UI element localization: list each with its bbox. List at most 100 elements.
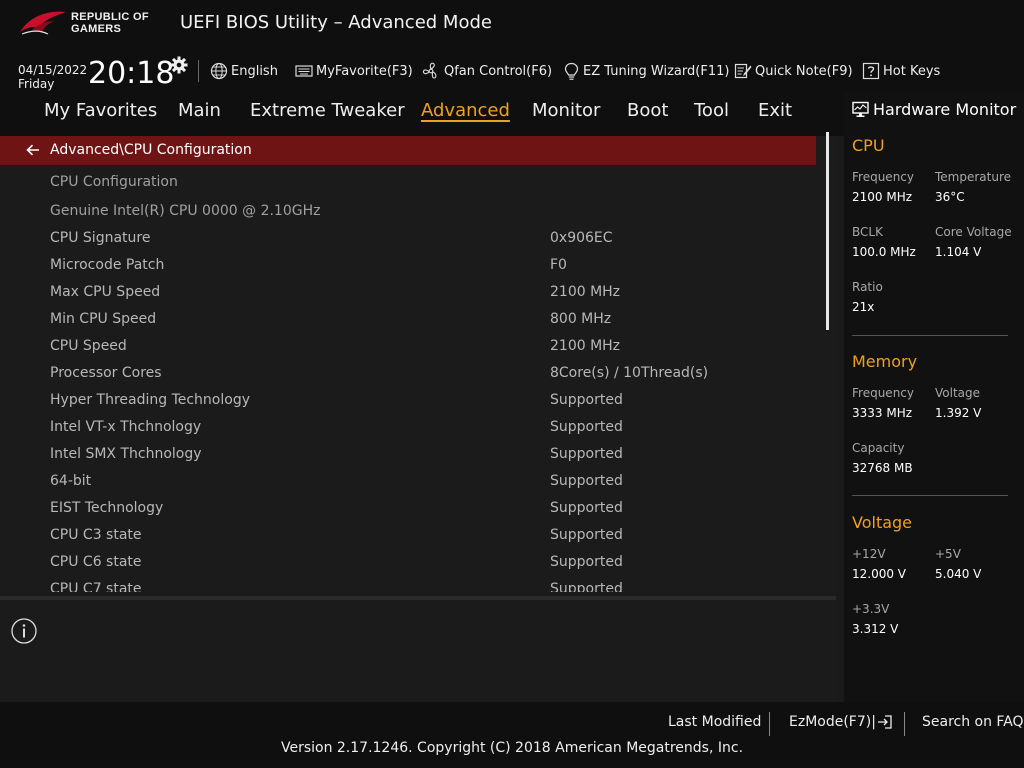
cpu-name: Genuine Intel(R) CPU 0000 @ 2.10GHz [50, 203, 321, 219]
v33-value: 3.312 V [852, 622, 899, 636]
setting-value: 8Core(s) / 10Thread(s) [550, 365, 709, 381]
ez-tuning-wizard-button[interactable]: EZ Tuning Wizard(F11) [563, 60, 729, 82]
tab-main[interactable]: Main [178, 96, 221, 126]
setting-label: CPU C6 state [50, 554, 142, 570]
v12-label: +12V [852, 547, 886, 561]
date-display: 04/15/2022 [18, 63, 88, 77]
setting-row[interactable]: Intel SMX Thchnology Supported [0, 442, 816, 469]
setting-value: Supported [550, 581, 623, 592]
setting-row[interactable]: CPU C3 state Supported [0, 523, 816, 550]
last-modified-button[interactable]: Last Modified [668, 714, 761, 730]
breadcrumb-label: Advanced\CPU Configuration [50, 142, 252, 158]
setting-value: 2100 MHz [550, 338, 621, 354]
fan-icon [422, 62, 437, 79]
quick-note-button[interactable]: Quick Note(F9) [734, 60, 853, 82]
cpu-temperature-value: 36°C [935, 190, 965, 204]
setting-label: CPU Speed [50, 338, 127, 354]
setting-row[interactable]: CPU C6 state Supported [0, 550, 816, 577]
tab-monitor[interactable]: Monitor [532, 96, 600, 126]
setting-row[interactable]: Hyper Threading Technology Supported [0, 388, 816, 415]
breadcrumb[interactable]: Advanced\CPU Configuration [0, 136, 816, 165]
section-divider [852, 335, 1008, 336]
globe-icon [210, 62, 228, 80]
setting-row[interactable]: Min CPU Speed 800 MHz [0, 307, 816, 334]
v12-value: 12.000 V [852, 567, 907, 581]
ratio-label: Ratio [852, 280, 883, 294]
cpu-name-row: Genuine Intel(R) CPU 0000 @ 2.10GHz [0, 199, 816, 226]
hot-keys-button[interactable]: Hot Keys [862, 60, 940, 82]
core-voltage-label: Core Voltage [935, 225, 1012, 239]
memory-section-heading: Memory [852, 352, 918, 371]
gear-icon[interactable] [170, 56, 188, 74]
ezmode-label: EzMode(F7)| [789, 714, 876, 730]
setting-value: Supported [550, 446, 623, 462]
setting-label: Intel VT-x Thchnology [50, 419, 202, 435]
keyboard-icon [295, 65, 313, 77]
tab-my-favorites[interactable]: My Favorites [44, 96, 157, 126]
setting-value: Supported [550, 473, 623, 489]
setting-label: EIST Technology [50, 500, 164, 516]
setting-row[interactable]: CPU Speed 2100 MHz [0, 334, 816, 361]
memory-frequency-label: Frequency [852, 386, 914, 400]
cpu-section-heading: CPU [852, 136, 885, 155]
section-title: CPU Configuration [50, 174, 178, 190]
bclk-value: 100.0 MHz [852, 245, 916, 259]
setting-label: Microcode Patch [50, 257, 165, 273]
setting-row[interactable]: 64-bit Supported [0, 469, 816, 496]
my-favorite-button[interactable]: MyFavorite(F3) [295, 60, 413, 82]
hardware-monitor-label: Hardware Monitor [873, 100, 1017, 119]
hot-keys-label: Hot Keys [883, 63, 941, 79]
language-button[interactable]: English [210, 60, 278, 82]
ezmode-button[interactable]: EzMode(F7)| [789, 714, 893, 730]
setting-row[interactable]: EIST Technology Supported [0, 496, 816, 523]
setting-label: Max CPU Speed [50, 284, 161, 300]
setting-row[interactable]: CPU Signature 0x906EC [0, 226, 816, 253]
setting-value: Supported [550, 554, 623, 570]
setting-row[interactable]: Max CPU Speed 2100 MHz [0, 280, 816, 307]
footer-bar: Last Modified EzMode(F7)| Search on FAQ … [0, 702, 1024, 768]
setting-value: Supported [550, 500, 623, 516]
setting-label: Intel SMX Thchnology [50, 446, 202, 462]
memory-capacity-label: Capacity [852, 441, 905, 455]
voltage-section-heading: Voltage [852, 513, 913, 532]
setting-label: 64-bit [50, 473, 92, 489]
setting-label: CPU C7 state [50, 581, 142, 592]
qfan-control-label: Qfan Control(F6) [444, 63, 553, 79]
toolbar-divider [198, 60, 199, 82]
scrollbar[interactable] [826, 132, 829, 330]
setting-label: Hyper Threading Technology [50, 392, 250, 408]
settings-panel: Advanced\CPU Configuration CPU Configura… [0, 136, 836, 592]
setting-value: 0x906EC [550, 230, 613, 246]
info-icon [11, 618, 37, 644]
back-arrow-icon[interactable] [26, 144, 40, 156]
memory-voltage-label: Voltage [935, 386, 981, 400]
lightbulb-icon [564, 62, 579, 80]
version-text: Version 2.17.1246. Copyright (C) 2018 Am… [280, 740, 744, 756]
tab-exit[interactable]: Exit [758, 96, 792, 126]
tab-advanced[interactable]: Advanced [421, 96, 510, 126]
v5-label: +5V [935, 547, 961, 561]
core-voltage-value: 1.104 V [935, 245, 982, 259]
logo-line-2: GAMERS [71, 23, 122, 35]
help-panel [0, 596, 836, 702]
setting-row[interactable]: Intel VT-x Thchnology Supported [0, 415, 816, 442]
cpu-frequency-value: 2100 MHz [852, 190, 913, 204]
setting-value: Supported [550, 527, 623, 543]
setting-label: CPU Signature [50, 230, 151, 246]
bclk-label: BCLK [852, 225, 883, 239]
setting-value: Supported [550, 392, 623, 408]
qfan-control-button[interactable]: Qfan Control(F6) [421, 60, 552, 82]
language-label: English [231, 63, 278, 79]
tab-boot[interactable]: Boot [627, 96, 668, 126]
logo-text: REPUBLIC OF GAMERS [71, 11, 149, 35]
footer-divider [769, 712, 770, 736]
search-faq-button[interactable]: Search on FAQ [922, 714, 1024, 730]
ez-tuning-wizard-label: EZ Tuning Wizard(F11) [583, 63, 730, 79]
tab-tool[interactable]: Tool [694, 96, 729, 126]
setting-row[interactable]: Microcode Patch F0 [0, 253, 816, 280]
setting-row[interactable]: CPU C7 state Supported [0, 577, 816, 592]
setting-row[interactable]: Processor Cores 8Core(s) / 10Thread(s) [0, 361, 816, 388]
tab-extreme-tweaker[interactable]: Extreme Tweaker [250, 96, 405, 126]
memory-frequency-value: 3333 MHz [852, 406, 913, 420]
app-title: UEFI BIOS Utility – Advanced Mode [180, 12, 492, 33]
